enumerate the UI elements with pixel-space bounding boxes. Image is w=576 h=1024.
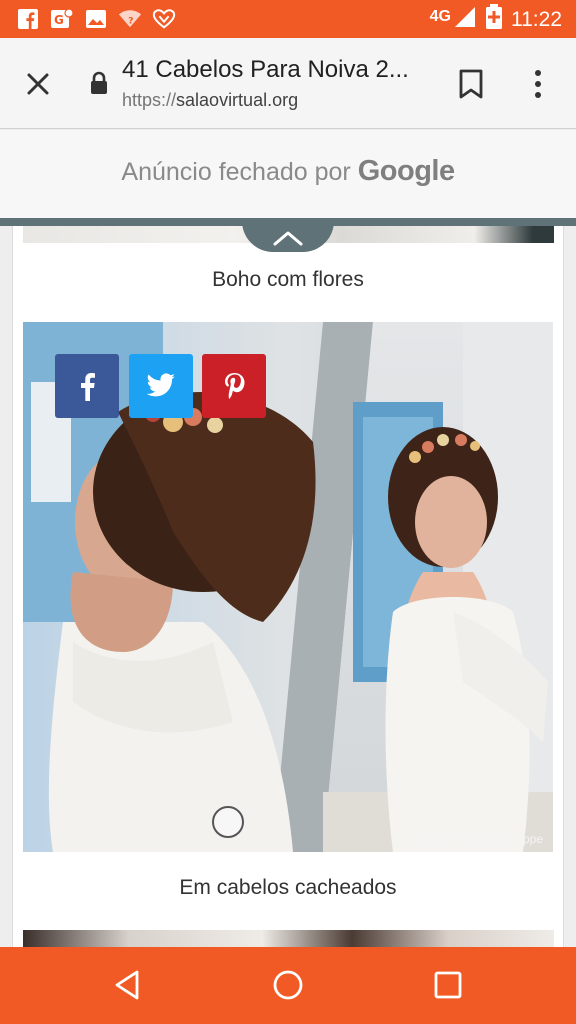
gallery-icon [84, 7, 108, 31]
svg-text:G: G [54, 13, 64, 27]
lock-icon[interactable] [89, 71, 109, 95]
bookmark-icon [459, 69, 483, 99]
photo-caption: Em cabelos cacheados [179, 876, 397, 899]
bookmark-button[interactable] [456, 68, 486, 100]
facebook-icon [16, 7, 40, 31]
love-heart-icon [152, 7, 176, 31]
photo-caption: Boho com flores [212, 268, 364, 291]
status-bar: G ? 4G 11:22 [0, 0, 576, 38]
close-icon [27, 73, 49, 95]
signal-icon [453, 5, 477, 35]
browser-toolbar: 41 Cabelos Para Noiva 2... https://salao… [0, 38, 576, 129]
nav-back-button[interactable] [110, 967, 146, 1003]
home-circle-icon [273, 970, 303, 1000]
pinterest-icon [225, 373, 245, 399]
battery-charging-icon [485, 4, 503, 36]
nav-home-button[interactable] [270, 967, 306, 1003]
ad-closed-label: Anúncio fechado por [121, 158, 351, 186]
facebook-share-button[interactable] [55, 354, 119, 418]
article-content[interactable]: Boho com flores © Instagram, @leshneppe … [0, 226, 576, 947]
collapse-ad-button[interactable] [242, 226, 334, 252]
chevron-up-icon [273, 231, 303, 246]
svg-text:?: ? [128, 16, 133, 27]
page-title[interactable]: 41 Cabelos Para Noiva 2... [122, 56, 432, 84]
notification-icons: G ? [16, 7, 176, 31]
more-vert-icon [535, 70, 541, 98]
google-news-icon: G [50, 7, 74, 31]
bride-photo[interactable]: © Instagram, @leshneppe [23, 322, 553, 852]
overflow-menu-button[interactable] [526, 68, 550, 100]
nav-recents-button[interactable] [430, 967, 466, 1003]
ad-divider [0, 218, 576, 226]
wifi-question-icon: ? [118, 7, 142, 31]
twitter-share-button[interactable] [129, 354, 193, 418]
photo-watermark: © Instagram, @leshneppe [403, 832, 543, 846]
google-logo: Google [357, 155, 455, 187]
url-scheme: https:// [122, 90, 177, 110]
clock: 11:22 [511, 8, 562, 31]
network-type-label: 4G [429, 8, 451, 25]
article-card: Boho com flores © Instagram, @leshneppe … [12, 226, 564, 947]
pinterest-share-button[interactable] [202, 354, 266, 418]
url-host: salaovirtual.org [176, 90, 299, 110]
twitter-icon [146, 373, 175, 397]
ad-closed-banner: Anúncio fechado por Google [0, 130, 576, 218]
next-photo [23, 930, 554, 947]
navigation-bar [0, 947, 576, 1024]
close-tab-button[interactable] [22, 68, 54, 100]
url-bar[interactable]: https://salaovirtual.org [122, 90, 298, 111]
facebook-icon [81, 373, 95, 401]
recents-square-icon [434, 971, 462, 999]
back-triangle-icon [115, 970, 139, 1000]
